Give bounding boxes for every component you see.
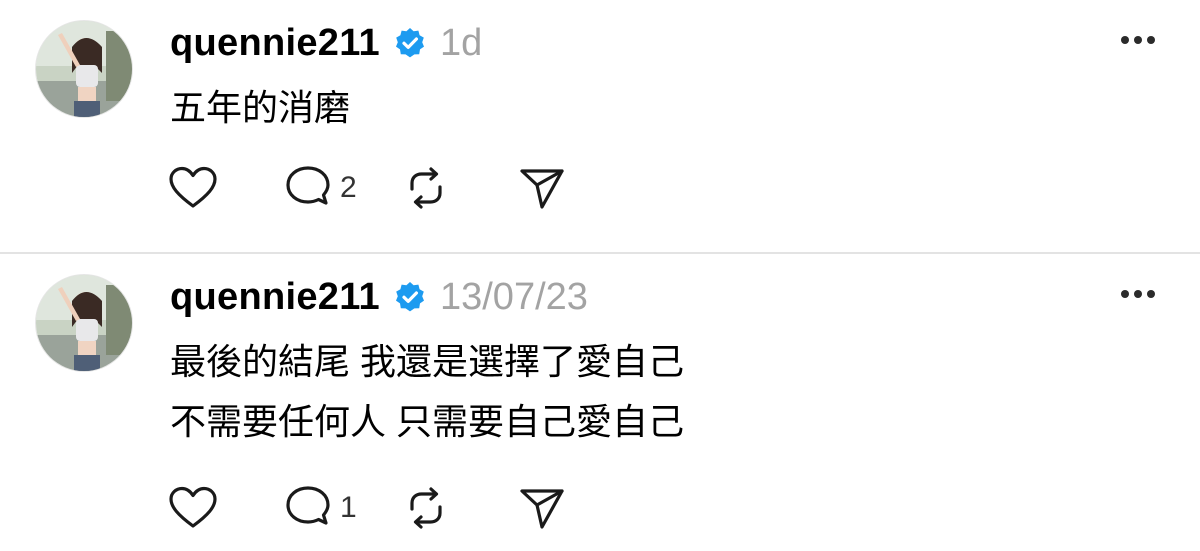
heart-icon (168, 166, 218, 210)
username[interactable]: quennie211 (170, 276, 380, 319)
repost-button[interactable] (402, 164, 450, 212)
timestamp: 1d (439, 21, 483, 64)
share-icon (518, 165, 566, 211)
share-button[interactable] (518, 164, 566, 212)
heart-icon (168, 486, 218, 530)
reply-button[interactable]: 2 (284, 164, 380, 212)
thread-post: quennie211 13/07/23 最後的結尾 我還是選擇了愛自己 不需要任… (0, 254, 1200, 551)
like-button[interactable] (168, 164, 220, 212)
post-text: 最後的結尾 我還是選擇了愛自己 不需要任何人 只需要自己愛自己 (170, 341, 685, 442)
username[interactable]: quennie211 (170, 22, 380, 65)
reply-count: 1 (340, 491, 357, 524)
share-button[interactable] (518, 484, 566, 532)
avatar[interactable] (35, 20, 133, 118)
verified-badge-icon (394, 27, 426, 59)
comment-icon (284, 165, 332, 211)
thread-post: quennie211 1d 五年的消磨 2 (0, 0, 1200, 253)
post-header: quennie211 1d (170, 18, 482, 68)
timestamp: 13/07/23 (439, 275, 588, 318)
post-text: 五年的消磨 (170, 87, 351, 128)
more-icon[interactable] (1118, 30, 1158, 50)
post-header: quennie211 13/07/23 (170, 272, 588, 322)
more-icon[interactable] (1118, 284, 1158, 304)
avatar-photo (36, 21, 132, 117)
action-bar: 2 (168, 164, 566, 212)
reply-button[interactable]: 1 (284, 484, 380, 532)
verified-badge-icon (394, 281, 426, 313)
like-button[interactable] (168, 484, 220, 532)
reply-count: 2 (340, 171, 357, 204)
comment-icon (284, 485, 332, 531)
avatar-photo (36, 275, 132, 371)
share-icon (518, 485, 566, 531)
repost-button[interactable] (402, 484, 450, 532)
avatar[interactable] (35, 274, 133, 372)
repost-icon (402, 485, 450, 531)
action-bar: 1 (168, 484, 566, 532)
repost-icon (402, 165, 450, 211)
